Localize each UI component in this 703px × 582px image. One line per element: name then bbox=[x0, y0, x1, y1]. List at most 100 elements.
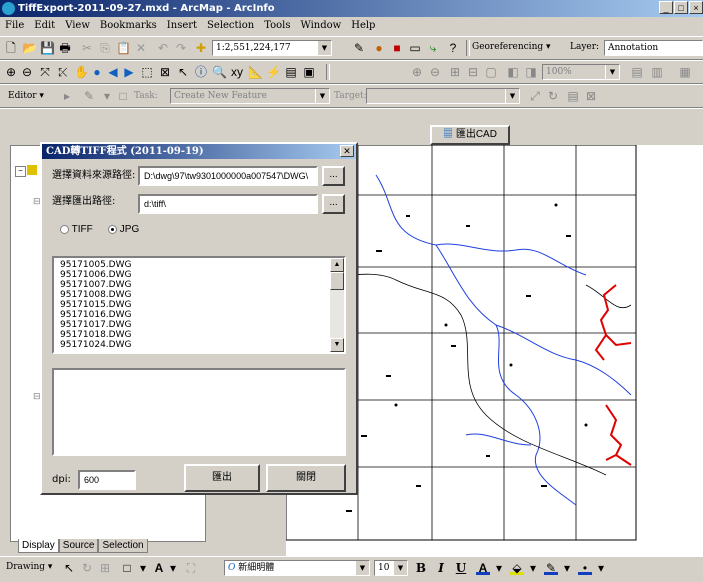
add-data-icon[interactable]: ✚ bbox=[194, 41, 208, 55]
layout-zoom-out-icon[interactable]: ⊖ bbox=[428, 65, 442, 79]
radio-jpg-option[interactable]: JPG bbox=[108, 224, 139, 235]
chevron-down-icon[interactable]: ▾ bbox=[492, 561, 506, 575]
measure-icon[interactable]: 📐 bbox=[248, 65, 263, 79]
attributes-icon[interactable]: ▤ bbox=[566, 89, 580, 103]
maximize-button[interactable]: □ bbox=[674, 1, 688, 14]
menu-file[interactable]: File bbox=[0, 18, 29, 33]
edit-tool-icon[interactable]: ▸ bbox=[60, 89, 74, 103]
select-elements-icon[interactable]: ↖ bbox=[62, 561, 76, 575]
close-window-button[interactable]: × bbox=[689, 1, 703, 14]
reshape-icon[interactable]: ⤢ bbox=[528, 89, 542, 103]
menu-insert[interactable]: Insert bbox=[162, 18, 202, 33]
scroll-thumb[interactable] bbox=[330, 272, 344, 290]
select-elements-icon[interactable]: ↖ bbox=[176, 65, 190, 79]
editor-toolbar-icon[interactable]: ✎ bbox=[352, 41, 366, 55]
back-icon[interactable]: ◀ bbox=[106, 65, 120, 79]
save-icon[interactable]: 💾 bbox=[40, 41, 55, 55]
new-document-icon[interactable]: 🗋 bbox=[4, 41, 18, 55]
menu-tools[interactable]: Tools bbox=[259, 18, 295, 33]
rotate-icon[interactable]: ↻ bbox=[546, 89, 560, 103]
zoom-out-icon[interactable]: ⊖ bbox=[20, 65, 34, 79]
chevron-down-icon[interactable]: ▼ bbox=[505, 89, 519, 103]
bold-button[interactable]: B bbox=[414, 561, 428, 575]
layout-back-icon[interactable]: ◧ bbox=[506, 65, 520, 79]
radio-tiff-option[interactable]: TIFF bbox=[60, 224, 93, 235]
zoom-whole-page-icon[interactable]: ▢ bbox=[484, 65, 498, 79]
split-tool-icon[interactable]: □ bbox=[116, 89, 130, 103]
toolbox-icon[interactable]: ■ bbox=[390, 41, 404, 55]
expand-icon[interactable]: − bbox=[15, 166, 26, 177]
list-item[interactable]: 95171006.DWG bbox=[54, 270, 344, 280]
change-layout-icon[interactable]: ▦ bbox=[678, 65, 692, 79]
menu-window[interactable]: Window bbox=[295, 18, 346, 33]
forward-icon[interactable]: ▶ bbox=[122, 65, 136, 79]
edit-vertices-icon[interactable]: ⛶ bbox=[184, 561, 198, 575]
fill-color-icon[interactable]: ⬙ bbox=[510, 561, 524, 575]
chevron-down-icon[interactable]: ▾ bbox=[100, 89, 114, 103]
dialog-close-button[interactable]: ✕ bbox=[340, 145, 354, 157]
chevron-down-icon[interactable]: ▾ bbox=[136, 561, 150, 575]
copy-icon[interactable]: ⎘ bbox=[98, 41, 112, 55]
file-list-scrollbar[interactable]: ▲ ▼ bbox=[330, 258, 344, 352]
time-slider-icon[interactable]: ▣ bbox=[302, 65, 316, 79]
layer-combo[interactable]: Annotation bbox=[604, 40, 703, 56]
map-scale-combo[interactable]: 1:2,551,224,177 ▼ bbox=[212, 40, 332, 56]
chevron-down-icon[interactable]: ▼ bbox=[317, 41, 331, 55]
focus-data-frame-icon[interactable]: ▥ bbox=[650, 65, 664, 79]
layout-fixed-zoom-out-icon[interactable]: ⊟ bbox=[466, 65, 480, 79]
zoom-to-selected-icon[interactable]: ⊞ bbox=[98, 561, 112, 575]
chevron-down-icon[interactable]: ▾ bbox=[594, 561, 608, 575]
dpi-input[interactable]: 600 bbox=[78, 470, 136, 490]
list-item[interactable]: 95171005.DWG bbox=[54, 260, 344, 270]
sketch-tool-icon[interactable]: ✎ bbox=[82, 89, 96, 103]
export-button[interactable]: 匯出 bbox=[184, 464, 260, 492]
target-combo[interactable]: ▼ bbox=[366, 88, 520, 104]
italic-button[interactable]: I bbox=[434, 561, 448, 575]
font-color-icon[interactable]: A bbox=[476, 561, 490, 575]
open-folder-icon[interactable]: 📂 bbox=[22, 41, 37, 55]
select-features-icon[interactable]: ⬚ bbox=[140, 65, 154, 79]
chevron-down-icon[interactable]: ▾ bbox=[166, 561, 180, 575]
html-popup-icon[interactable]: ▤ bbox=[284, 65, 298, 79]
font-size-combo[interactable]: 10 ▼ bbox=[374, 560, 408, 576]
task-combo[interactable]: Create New Feature ▼ bbox=[170, 88, 330, 104]
command-line-icon[interactable]: ▭ bbox=[408, 41, 422, 55]
redo-icon[interactable]: ↷ bbox=[174, 41, 188, 55]
model-builder-icon[interactable]: ⤷ bbox=[426, 41, 440, 55]
font-combo[interactable]: O 新細明體 ▼ bbox=[224, 560, 370, 576]
list-item[interactable]: 95171007.DWG bbox=[54, 280, 344, 290]
menu-help[interactable]: Help bbox=[346, 18, 380, 33]
export-cad-button[interactable]: ▦ 匯出CAD bbox=[430, 125, 510, 145]
scroll-down-icon[interactable]: ▼ bbox=[330, 338, 344, 352]
full-extent-icon[interactable]: ● bbox=[90, 65, 104, 79]
chevron-down-icon[interactable]: ▾ bbox=[526, 561, 540, 575]
list-item[interactable]: 95171015.DWG bbox=[54, 300, 344, 310]
sketch-properties-icon[interactable]: ⊠ bbox=[584, 89, 598, 103]
chevron-down-icon[interactable]: ▼ bbox=[605, 65, 619, 79]
clear-selection-icon[interactable]: ⊠ bbox=[158, 65, 172, 79]
menu-selection[interactable]: Selection bbox=[202, 18, 259, 33]
paste-icon[interactable]: 📋 bbox=[116, 41, 131, 55]
fixed-zoom-in-icon[interactable]: ⤧ bbox=[38, 65, 52, 79]
fixed-zoom-out-icon[interactable]: ⤪ bbox=[56, 65, 70, 79]
dwg-file-list[interactable]: 95171005.DWG 95171006.DWG 95171007.DWG 9… bbox=[52, 256, 346, 354]
minimize-button[interactable]: _ bbox=[659, 1, 673, 14]
list-item[interactable]: 95171016.DWG bbox=[54, 310, 344, 320]
arctoolbox-icon[interactable]: ● bbox=[372, 41, 386, 55]
editor-menu[interactable]: Editor ▾ bbox=[8, 91, 44, 101]
log-output-box[interactable] bbox=[52, 368, 346, 456]
marker-color-icon[interactable]: • bbox=[578, 561, 592, 575]
list-item[interactable]: 95171008.DWG bbox=[54, 290, 344, 300]
list-item[interactable]: 95171018.DWG bbox=[54, 330, 344, 340]
layout-zoom-combo[interactable]: 100% ▼ bbox=[542, 64, 620, 80]
rotate-icon[interactable]: ↻ bbox=[80, 561, 94, 575]
layout-forward-icon[interactable]: ◨ bbox=[524, 65, 538, 79]
text-tool-icon[interactable]: A bbox=[152, 561, 166, 575]
radio-tiff[interactable] bbox=[60, 224, 69, 234]
chevron-down-icon[interactable]: ▾ bbox=[560, 561, 574, 575]
tab-source[interactable]: Source bbox=[58, 539, 99, 553]
print-icon[interactable]: 🖶 bbox=[58, 41, 72, 55]
browse-source-button[interactable]: ... bbox=[322, 166, 345, 186]
tab-display[interactable]: Display bbox=[18, 539, 59, 553]
zoom-in-icon[interactable]: ⊕ bbox=[4, 65, 18, 79]
